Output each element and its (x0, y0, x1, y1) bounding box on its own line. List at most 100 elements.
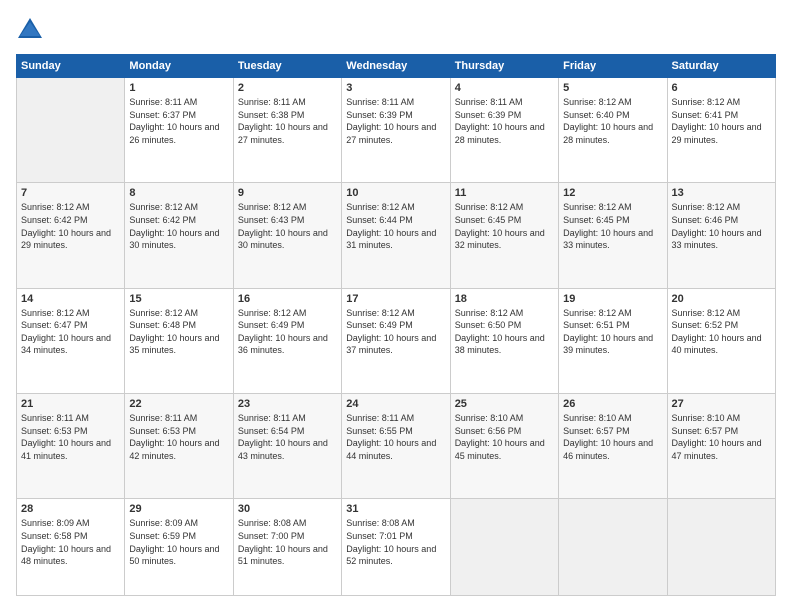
calendar-cell: 23 Sunrise: 8:11 AMSunset: 6:54 PMDayligh… (233, 394, 341, 499)
calendar-table: SundayMondayTuesdayWednesdayThursdayFrid… (16, 54, 776, 596)
day-info: Sunrise: 8:12 AMSunset: 6:41 PMDaylight:… (672, 96, 771, 146)
day-info: Sunrise: 8:08 AMSunset: 7:01 PMDaylight:… (346, 517, 445, 567)
calendar-cell: 18 Sunrise: 8:12 AMSunset: 6:50 PMDayligh… (450, 288, 558, 393)
day-header-sunday: Sunday (17, 55, 125, 78)
day-info: Sunrise: 8:11 AMSunset: 6:37 PMDaylight:… (129, 96, 228, 146)
header (16, 16, 776, 44)
calendar-cell (450, 499, 558, 596)
calendar-cell: 15 Sunrise: 8:12 AMSunset: 6:48 PMDayligh… (125, 288, 233, 393)
calendar-cell: 17Sunrise: 8:12 AMSunset: 6:49 PMDayligh… (342, 288, 450, 393)
calendar-cell: 3 Sunrise: 8:11 AMSunset: 6:39 PMDaylight… (342, 78, 450, 183)
calendar-cell: 29 Sunrise: 8:09 AMSunset: 6:59 PMDayligh… (125, 499, 233, 596)
day-number: 15 (129, 293, 228, 305)
day-number: 5 (563, 82, 662, 94)
day-number: 26 (563, 398, 662, 410)
day-number: 17 (346, 293, 445, 305)
day-info: Sunrise: 8:12 AMSunset: 6:40 PMDaylight:… (563, 96, 662, 146)
calendar-cell: 30 Sunrise: 8:08 AMSunset: 7:00 PMDayligh… (233, 499, 341, 596)
day-info: Sunrise: 8:11 AMSunset: 6:53 PMDaylight:… (129, 412, 228, 462)
day-info: Sunrise: 8:12 AMSunset: 6:45 PMDaylight:… (563, 201, 662, 251)
calendar-cell: 19 Sunrise: 8:12 AMSunset: 6:51 PMDayligh… (559, 288, 667, 393)
day-header-friday: Friday (559, 55, 667, 78)
day-number: 16 (238, 293, 337, 305)
day-info: Sunrise: 8:11 AMSunset: 6:55 PMDaylight:… (346, 412, 445, 462)
day-info: Sunrise: 8:11 AMSunset: 6:39 PMDaylight:… (346, 96, 445, 146)
day-info: Sunrise: 8:12 AMSunset: 6:43 PMDaylight:… (238, 201, 337, 251)
day-number: 19 (563, 293, 662, 305)
week-row-1: 1 Sunrise: 8:11 AMSunset: 6:37 PMDaylight… (17, 78, 776, 183)
day-number: 6 (672, 82, 771, 94)
calendar-cell: 9 Sunrise: 8:12 AMSunset: 6:43 PMDaylight… (233, 183, 341, 288)
day-number: 30 (238, 503, 337, 515)
day-number: 11 (455, 187, 554, 199)
day-info: Sunrise: 8:11 AMSunset: 6:39 PMDaylight:… (455, 96, 554, 146)
calendar-cell: 11 Sunrise: 8:12 AMSunset: 6:45 PMDayligh… (450, 183, 558, 288)
day-number: 27 (672, 398, 771, 410)
calendar-cell: 20Sunrise: 8:12 AMSunset: 6:52 PMDayligh… (667, 288, 775, 393)
calendar-cell: 4 Sunrise: 8:11 AMSunset: 6:39 PMDaylight… (450, 78, 558, 183)
calendar-cell: 5 Sunrise: 8:12 AMSunset: 6:40 PMDaylight… (559, 78, 667, 183)
day-header-wednesday: Wednesday (342, 55, 450, 78)
day-info: Sunrise: 8:12 AMSunset: 6:42 PMDaylight:… (129, 201, 228, 251)
logo (16, 16, 48, 44)
day-info: Sunrise: 8:12 AMSunset: 6:48 PMDaylight:… (129, 307, 228, 357)
week-row-4: 21 Sunrise: 8:11 AMSunset: 6:53 PMDayligh… (17, 394, 776, 499)
day-header-saturday: Saturday (667, 55, 775, 78)
calendar-cell: 22 Sunrise: 8:11 AMSunset: 6:53 PMDayligh… (125, 394, 233, 499)
calendar-cell: 26Sunrise: 8:10 AMSunset: 6:57 PMDayligh… (559, 394, 667, 499)
calendar-cell: 8 Sunrise: 8:12 AMSunset: 6:42 PMDaylight… (125, 183, 233, 288)
day-number: 25 (455, 398, 554, 410)
day-info: Sunrise: 8:12 AMSunset: 6:50 PMDaylight:… (455, 307, 554, 357)
day-number: 14 (21, 293, 120, 305)
calendar-cell: 6 Sunrise: 8:12 AMSunset: 6:41 PMDaylight… (667, 78, 775, 183)
calendar-cell (667, 499, 775, 596)
day-number: 21 (21, 398, 120, 410)
day-number: 9 (238, 187, 337, 199)
day-info: Sunrise: 8:12 AMSunset: 6:51 PMDaylight:… (563, 307, 662, 357)
day-number: 12 (563, 187, 662, 199)
calendar-body: 1 Sunrise: 8:11 AMSunset: 6:37 PMDaylight… (17, 78, 776, 596)
day-number: 7 (21, 187, 120, 199)
calendar-cell: 16 Sunrise: 8:12 AMSunset: 6:49 PMDayligh… (233, 288, 341, 393)
day-number: 13 (672, 187, 771, 199)
day-number: 28 (21, 503, 120, 515)
calendar-cell: 1 Sunrise: 8:11 AMSunset: 6:37 PMDaylight… (125, 78, 233, 183)
day-info: Sunrise: 8:09 AMSunset: 6:59 PMDaylight:… (129, 517, 228, 567)
day-number: 22 (129, 398, 228, 410)
day-info: Sunrise: 8:10 AMSunset: 6:56 PMDaylight:… (455, 412, 554, 462)
day-info: Sunrise: 8:11 AMSunset: 6:38 PMDaylight:… (238, 96, 337, 146)
day-info: Sunrise: 8:11 AMSunset: 6:54 PMDaylight:… (238, 412, 337, 462)
calendar-cell: 27Sunrise: 8:10 AMSunset: 6:57 PMDayligh… (667, 394, 775, 499)
day-number: 10 (346, 187, 445, 199)
day-number: 23 (238, 398, 337, 410)
day-info: Sunrise: 8:08 AMSunset: 7:00 PMDaylight:… (238, 517, 337, 567)
day-info: Sunrise: 8:12 AMSunset: 6:42 PMDaylight:… (21, 201, 120, 251)
calendar-cell: 21Sunrise: 8:11 AMSunset: 6:53 PMDayligh… (17, 394, 125, 499)
calendar-cell (17, 78, 125, 183)
calendar-cell: 12 Sunrise: 8:12 AMSunset: 6:45 PMDayligh… (559, 183, 667, 288)
day-number: 8 (129, 187, 228, 199)
calendar-cell (559, 499, 667, 596)
days-of-week-row: SundayMondayTuesdayWednesdayThursdayFrid… (17, 55, 776, 78)
day-info: Sunrise: 8:12 AMSunset: 6:46 PMDaylight:… (672, 201, 771, 251)
day-header-tuesday: Tuesday (233, 55, 341, 78)
logo-icon (16, 16, 44, 44)
calendar-cell: 10 Sunrise: 8:12 AMSunset: 6:44 PMDayligh… (342, 183, 450, 288)
day-header-monday: Monday (125, 55, 233, 78)
week-row-2: 7 Sunrise: 8:12 AMSunset: 6:42 PMDaylight… (17, 183, 776, 288)
calendar-cell: 14Sunrise: 8:12 AMSunset: 6:47 PMDayligh… (17, 288, 125, 393)
day-number: 24 (346, 398, 445, 410)
day-number: 3 (346, 82, 445, 94)
calendar-header: SundayMondayTuesdayWednesdayThursdayFrid… (17, 55, 776, 78)
day-header-thursday: Thursday (450, 55, 558, 78)
day-number: 18 (455, 293, 554, 305)
day-info: Sunrise: 8:12 AMSunset: 6:49 PMDaylight:… (238, 307, 337, 357)
day-number: 31 (346, 503, 445, 515)
calendar-cell: 24 Sunrise: 8:11 AMSunset: 6:55 PMDayligh… (342, 394, 450, 499)
day-number: 4 (455, 82, 554, 94)
week-row-5: 28Sunrise: 8:09 AMSunset: 6:58 PMDayligh… (17, 499, 776, 596)
day-number: 1 (129, 82, 228, 94)
day-number: 29 (129, 503, 228, 515)
day-info: Sunrise: 8:12 AMSunset: 6:44 PMDaylight:… (346, 201, 445, 251)
day-info: Sunrise: 8:12 AMSunset: 6:45 PMDaylight:… (455, 201, 554, 251)
